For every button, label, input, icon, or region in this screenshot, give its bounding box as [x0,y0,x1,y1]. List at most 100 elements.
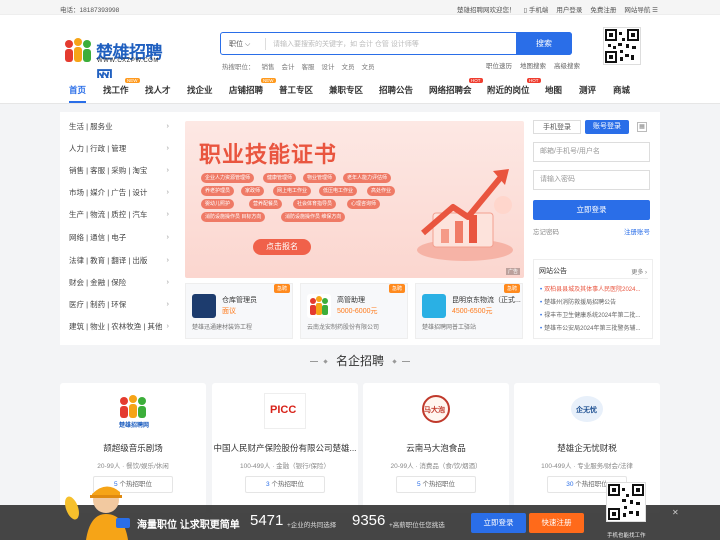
mascot-illustration [65,486,130,540]
category-item[interactable]: 医疗 | 制药 | 环保 › [69,299,175,310]
banner-chip: 婴幼儿照护 [201,199,235,209]
close-icon[interactable]: ✕ [672,508,679,517]
nav-mall[interactable]: 商城 [613,84,630,96]
hot-jobs-button[interactable]: 3 个热招职位 [245,476,325,493]
search-type-select[interactable]: 职位 ⌵ [229,39,250,49]
notice-item[interactable]: • 双柏县县城及其体事人民医院2024... [540,284,648,293]
notice-more-link[interactable]: 更多 › [631,267,647,276]
company-card[interactable]: PICC 中国人民财产保险股份有限公司楚雄... 100-499人 · 金融（银… [212,383,358,513]
forgot-password-link[interactable]: 忘记密码 [533,226,559,236]
notice-title: 网站公告 [539,268,567,275]
qr-login-icon[interactable]: ▦ [637,122,647,132]
chevron-right-icon: › [166,121,170,130]
logo-people-icon [310,296,328,315]
job-count: 9356 [352,512,386,529]
bottom-register-button[interactable]: 快速注册 [529,513,584,533]
bottom-login-button[interactable]: 立即登录 [471,513,526,533]
top-bar: 电话：18187393998 楚雄招聘网欢迎您！ ▯ 手机端 用户登录 免费注册… [0,0,720,15]
chevron-right-icon: › [166,187,170,196]
register-account-link[interactable]: 注册账号 [624,226,650,236]
nav-find-company[interactable]: 找企业 [187,84,213,96]
logo-text: 企无忧 [576,407,597,414]
login-link[interactable]: 用户登录 [556,4,582,14]
category-item[interactable]: 建筑 | 物业 | 农林牧渔 | 其他 › [69,321,175,332]
nav-online-fair[interactable]: 网络招聘会 HOT [429,78,483,96]
company-info: 20-99人 · 消费品（食/饮/烟酒） [390,463,482,470]
tab-account-login[interactable]: 账号登录 [585,120,629,134]
job-company: 楚雄迅通建材装饰工程 [192,325,253,331]
quick-link[interactable]: 地图搜索 [520,60,546,70]
category-item[interactable]: 网络 | 通信 | 电子 › [69,232,175,243]
company-card[interactable]: 马大泡 云南马大泡食品 20-99人 · 消费品（食/饮/烟酒） 5 个热招职位 [363,383,509,513]
qr-pattern [605,29,639,63]
login-button[interactable]: 立即登录 [533,200,650,220]
nav-nearby-jobs[interactable]: 附近的岗位 HOT [487,78,541,96]
chevron-right-icon: › [166,209,170,218]
category-item[interactable]: 人力 | 行政 | 管理 › [69,143,175,154]
qr-caption: 手机也能找工作 [607,533,646,539]
quick-link[interactable]: 高级搜索 [554,60,580,70]
growth-chart-icon [417,169,513,261]
category-item[interactable]: 财会 | 金融 | 保险 › [69,277,175,288]
phone-text: 电话：18187393998 [60,7,120,14]
site-nav-link[interactable]: 网站导航 ☰ [624,4,658,14]
hot-item[interactable]: 设计 [322,61,335,71]
search-input[interactable]: 请输入要搜索的关键字，如 会计 仓管 设计师等 [273,39,419,49]
main-nav: 首页 找工作 NEW 找人才 找企业 店铺招聘 NEW 普工专区 兼职专区 招聘公告… [0,78,720,104]
nav-find-job[interactable]: 找工作 NEW [103,78,140,96]
notice-item[interactable]: • 禄丰市卫生健康系统2024年第二批... [540,310,648,319]
notice-item[interactable]: • 楚雄市公安局2024年第三批警务辅... [540,323,648,332]
nav-map[interactable]: 地图 [545,84,562,96]
qr-code-icon [603,27,641,65]
nav-find-talent[interactable]: 找人才 [145,84,171,96]
hot-item[interactable]: 会计 [282,61,295,71]
job-card[interactable]: 急聘 仓库管理员 面议 楚雄迅通建材装饰工程 [185,283,293,339]
hot-badge: HOT [469,78,483,83]
hot-item[interactable]: 销售 [262,61,275,71]
hot-searches: 热搜职位： 销售 会计 客服 设计 文员 文员 [222,61,375,71]
company-logo: 企无忧 [566,393,608,429]
category-item[interactable]: 生产 | 物流 | 质控 | 汽车 › [69,209,175,220]
urgent-tag: 急聘 [503,284,520,293]
hot-item[interactable]: 文员 [362,61,375,71]
job-card[interactable]: 急聘 高管助理 5000-6000元 云南龙安制药股份有限公司 [300,283,408,339]
hot-jobs-button[interactable]: 5 个热招职位 [396,476,476,493]
nav-assessment[interactable]: 测评 [579,84,596,96]
company-name: 颉超级音乐剧场 [103,443,163,453]
search-button[interactable]: 搜索 [516,31,572,55]
nav-announcements[interactable]: 招聘公告 [379,84,413,96]
register-link[interactable]: 免费注册 [590,4,616,14]
banner-chip: 物业管理师 [303,173,337,183]
nav-general-workers[interactable]: 普工专区 [279,84,313,96]
username-input[interactable]: 邮箱/手机号/用户名 [533,142,650,162]
company-info: 20-99人 · 餐饮/娱乐/休闲 [97,463,169,470]
category-item[interactable]: 市场 | 媒介 | 广告 | 设计 › [69,187,175,198]
quick-link[interactable]: 职位速历 [486,60,512,70]
banner-register-button[interactable]: 点击报名 [253,239,311,255]
hot-item[interactable]: 客服 [302,61,315,71]
company-info: 100-499人 · 金融（银行/保险） [240,463,330,470]
password-input[interactable]: 请输入密码 [533,170,650,190]
category-item[interactable]: 销售 | 客服 | 采购 | 淘宝 › [69,165,175,176]
notice-item[interactable]: • 楚雄州消防救援局招聘公告 [540,297,648,306]
category-item[interactable]: 法律 | 教育 | 翻译 | 出版 › [69,255,175,266]
nav-part-time[interactable]: 兼职专区 [329,84,363,96]
tab-mobile-login[interactable]: 手机登录 [533,120,581,134]
company-name: 楚雄企无忧财税 [557,443,617,453]
job-card[interactable]: 急聘 昆明京东物流（正式... 4500-6500元 楚雄招聘网普工驿站 [415,283,523,339]
nav-store-jobs[interactable]: 店铺招聘 NEW [229,78,276,96]
hot-item[interactable]: 文员 [342,61,355,71]
logo[interactable]: 楚雄招聘网 WWW.CXZPW.COM [62,35,172,87]
company-count: 5471 [250,512,284,529]
mobile-link[interactable]: ▯ 手机端 [523,4,548,14]
banner-chip: 养老护理员 [201,186,235,196]
nav-home[interactable]: 首页 [69,84,87,103]
logo-people-icon [65,38,91,62]
new-badge: NEW [261,78,276,83]
section-title: 名企招聘 [0,352,720,369]
chevron-right-icon: › [166,165,170,174]
banner-chip: 消防设施操作员 目标方向 [201,212,266,222]
category-item[interactable]: 生活 | 服务业 › [69,121,175,132]
chevron-right-icon: › [166,277,170,286]
promo-banner[interactable]: 职业技能证书 企业人力资源管理师 健康管理师 物业管理师 老年人能力评估师 养老… [185,121,524,278]
